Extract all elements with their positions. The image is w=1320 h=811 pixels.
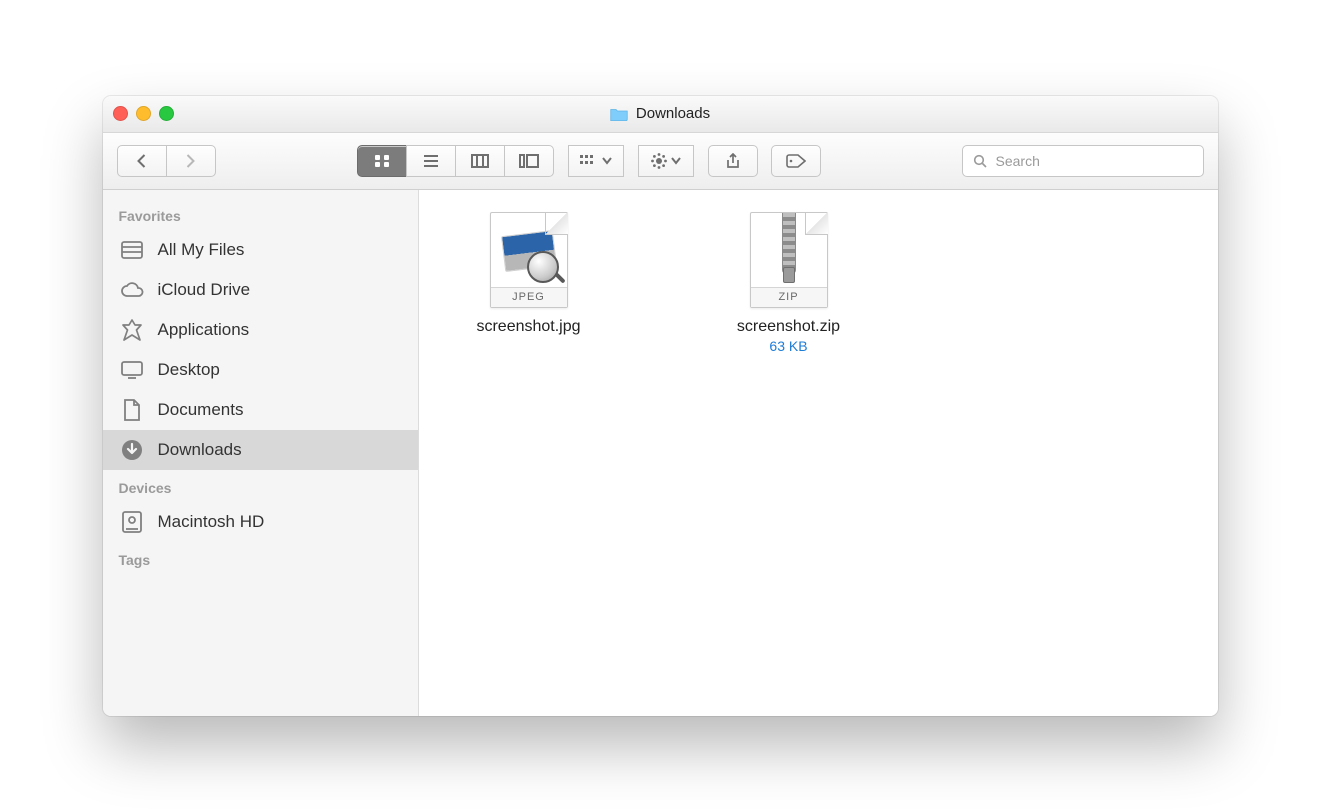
file-name: screenshot.jpg xyxy=(476,318,580,336)
sidebar-item-applications[interactable]: Applications xyxy=(103,310,418,350)
file-thumbnail-icon: JPEG xyxy=(490,212,568,308)
sidebar-item-icloud-drive[interactable]: iCloud Drive xyxy=(103,270,418,310)
desktop-icon xyxy=(119,357,145,383)
sidebar-item-all-my-files[interactable]: All My Files xyxy=(103,230,418,270)
sidebar-item-label: Desktop xyxy=(158,360,220,380)
sidebar-item-downloads[interactable]: Downloads xyxy=(103,430,418,470)
arrange-button[interactable] xyxy=(568,145,624,177)
nav-buttons xyxy=(117,145,216,177)
forward-button[interactable] xyxy=(166,145,216,177)
list-view-button[interactable] xyxy=(406,145,456,177)
sidebar-item-desktop[interactable]: Desktop xyxy=(103,350,418,390)
zoom-button[interactable] xyxy=(159,106,174,121)
search-field[interactable] xyxy=(962,145,1204,177)
titlebar[interactable]: Downloads xyxy=(103,96,1218,133)
share-button[interactable] xyxy=(708,145,758,177)
action-group xyxy=(638,145,694,177)
section-header-devices: Devices xyxy=(103,470,418,502)
icon-view-button[interactable] xyxy=(357,145,407,177)
file-archive-icon: ZIP xyxy=(750,212,828,308)
window-title: Downloads xyxy=(636,105,710,122)
close-button[interactable] xyxy=(113,106,128,121)
sidebar-item-label: Macintosh HD xyxy=(158,512,265,532)
file-type-label: JPEG xyxy=(491,287,567,307)
window-controls xyxy=(113,106,174,121)
folder-icon xyxy=(610,107,628,121)
cloud-icon xyxy=(119,277,145,303)
sidebar-item-label: Applications xyxy=(158,320,250,340)
file-name: screenshot.zip xyxy=(737,318,840,336)
sidebar: Favorites All My Files iCloud Drive xyxy=(103,190,419,716)
disk-icon xyxy=(119,509,145,535)
sidebar-item-label: Documents xyxy=(158,400,244,420)
tags-button[interactable] xyxy=(771,145,821,177)
view-mode-buttons xyxy=(357,145,554,177)
sidebar-item-label: Downloads xyxy=(158,440,242,460)
section-header-favorites: Favorites xyxy=(103,198,418,230)
search-input[interactable] xyxy=(994,152,1193,170)
file-subtitle: 63 KB xyxy=(769,338,807,354)
section-header-tags: Tags xyxy=(103,542,418,574)
toolbar xyxy=(103,133,1218,190)
sidebar-item-macintosh-hd[interactable]: Macintosh HD xyxy=(103,502,418,542)
file-type-label: ZIP xyxy=(751,287,827,307)
finder-window: Downloads xyxy=(103,96,1218,716)
column-view-button[interactable] xyxy=(455,145,505,177)
documents-icon xyxy=(119,397,145,423)
downloads-icon xyxy=(119,437,145,463)
file-item[interactable]: ZIP screenshot.zip 63 KB xyxy=(709,212,869,354)
applications-icon xyxy=(119,317,145,343)
back-button[interactable] xyxy=(117,145,167,177)
minimize-button[interactable] xyxy=(136,106,151,121)
action-button[interactable] xyxy=(638,145,694,177)
content-area[interactable]: JPEG screenshot.jpg ZIP xyxy=(419,190,1218,716)
search-icon xyxy=(973,154,987,168)
file-item[interactable]: JPEG screenshot.jpg xyxy=(449,212,609,354)
arrange-group xyxy=(568,145,624,177)
sidebar-item-label: All My Files xyxy=(158,240,245,260)
sidebar-item-label: iCloud Drive xyxy=(158,280,251,300)
coverflow-view-button[interactable] xyxy=(504,145,554,177)
all-my-files-icon xyxy=(119,237,145,263)
sidebar-item-documents[interactable]: Documents xyxy=(103,390,418,430)
